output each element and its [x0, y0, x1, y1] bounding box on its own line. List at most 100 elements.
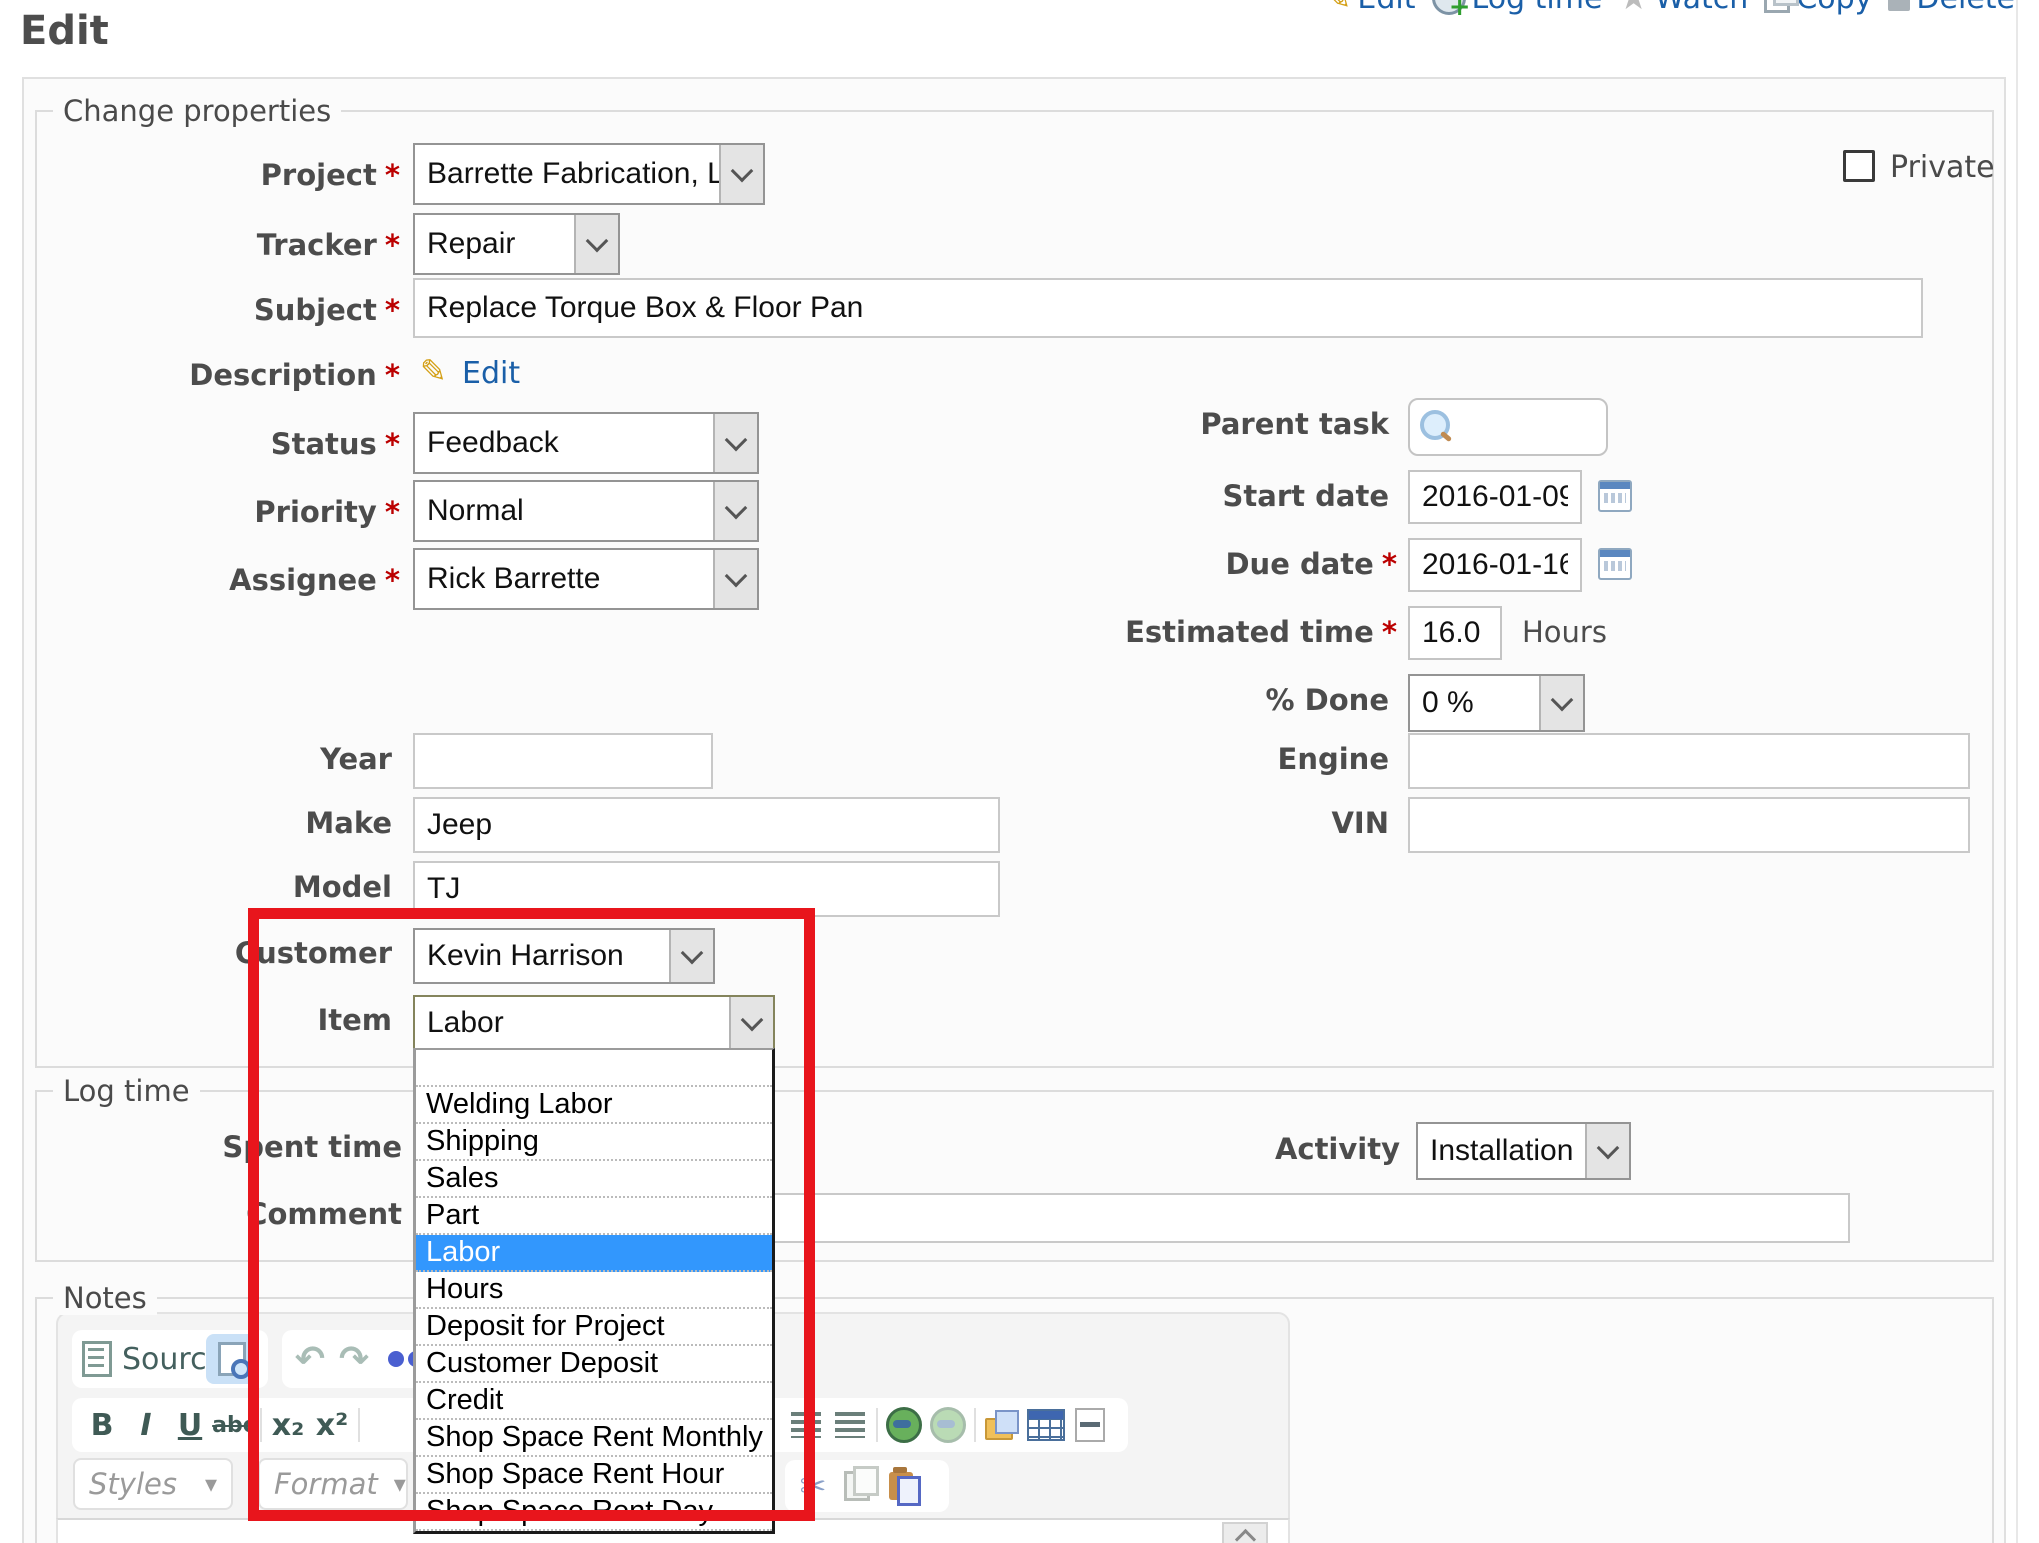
year-input[interactable] [413, 733, 713, 789]
item-option[interactable]: Deposit for Project [416, 1309, 772, 1346]
chevron-down-icon [719, 145, 763, 203]
italic-button[interactable]: I [124, 1400, 168, 1450]
item-option[interactable]: Shop Space Rent Hour [416, 1457, 772, 1494]
source-icon [82, 1341, 112, 1377]
toolbar-separator [876, 1408, 878, 1442]
priority-select[interactable]: Normal [413, 480, 759, 542]
status-select[interactable]: Feedback [413, 412, 759, 474]
subscript-button[interactable]: x₂ [266, 1400, 310, 1450]
pencil-icon: ✎ [1325, 0, 1352, 17]
item-option[interactable]: Shop Space Rent Monthly [416, 1420, 772, 1457]
item-option[interactable]: Sales [416, 1161, 772, 1198]
item-option[interactable]: Part [416, 1198, 772, 1235]
status-select-value: Feedback [415, 426, 713, 460]
tracker-select[interactable]: Repair [413, 213, 620, 275]
copy-action[interactable]: Copy [1764, 0, 1872, 16]
subject-label: Subject* [0, 293, 400, 327]
activity-select[interactable]: Installation [1416, 1122, 1631, 1180]
description-edit-link[interactable]: Edit [462, 356, 520, 391]
item-option[interactable]: Shop Space Rent Day [416, 1494, 772, 1531]
start-date-input[interactable] [1408, 470, 1582, 524]
assignee-select-value: Rick Barrette [415, 562, 713, 596]
estimated-time-label: Estimated time* [1050, 615, 1397, 649]
assignee-select[interactable]: Rick Barrette [413, 548, 759, 610]
estimated-time-input[interactable] [1408, 606, 1502, 660]
search-icon [1420, 410, 1450, 440]
model-input[interactable] [413, 861, 1000, 917]
bold-button[interactable]: B [80, 1400, 124, 1450]
paste-button[interactable] [879, 1461, 923, 1511]
copy-icon [1764, 0, 1790, 13]
copy-button[interactable] [835, 1461, 879, 1511]
project-select[interactable]: Barrette Fabrication, LLC [413, 143, 765, 205]
format-dropdown[interactable]: Format ▾ [258, 1458, 408, 1510]
underline-button[interactable]: U [168, 1400, 212, 1450]
due-date-input[interactable] [1408, 538, 1582, 592]
pencil-icon: ✎ [420, 352, 447, 390]
priority-label: Priority* [0, 495, 400, 529]
justify-block-button[interactable] [828, 1400, 872, 1450]
document-search-icon [218, 1342, 246, 1376]
item-dropdown-list: Welding Labor Shipping Sales Part Labor … [413, 1048, 775, 1534]
percent-done-label: % Done [1050, 683, 1397, 717]
image-button[interactable] [980, 1400, 1024, 1450]
subscript-icon: x₂ [272, 1408, 305, 1443]
log-time-action[interactable]: Log time [1432, 0, 1603, 16]
link-button[interactable] [882, 1400, 926, 1450]
table-button[interactable] [1024, 1400, 1068, 1450]
item-select[interactable]: Labor [413, 995, 775, 1051]
chevron-down-icon [713, 482, 757, 540]
item-label: Item [0, 1003, 400, 1037]
redo-button[interactable]: ↷ [332, 1334, 376, 1384]
engine-input[interactable] [1408, 733, 1970, 789]
contextual-actions: ✎ Edit Log time ★ Watch Copy Delete [1325, 0, 2015, 18]
customer-select[interactable]: Kevin Harrison [413, 928, 715, 984]
vin-input[interactable] [1408, 797, 1970, 853]
clipboard-group: ✂ [785, 1460, 949, 1512]
unlink-button[interactable] [926, 1400, 970, 1450]
delete-action[interactable]: Delete [1888, 0, 2015, 16]
customer-select-value: Kevin Harrison [415, 939, 669, 973]
cut-icon: ✂ [800, 1467, 827, 1505]
item-option[interactable] [416, 1050, 772, 1087]
item-option[interactable]: Credit [416, 1383, 772, 1420]
superscript-button[interactable]: x² [310, 1400, 354, 1450]
project-label: Project* [0, 158, 400, 192]
image-icon [985, 1410, 1019, 1440]
undo-button[interactable]: ↶ [288, 1334, 332, 1384]
horizontal-rule-button[interactable] [1068, 1400, 1112, 1450]
spent-time-label: Spent time [0, 1130, 402, 1164]
preview-button[interactable] [206, 1334, 258, 1384]
log-time-action-label: Log time [1472, 0, 1603, 16]
chevron-down-icon [669, 930, 713, 982]
editor-scroll-up-button[interactable] [1222, 1522, 1268, 1543]
chevron-down-icon [729, 997, 773, 1049]
undo-icon: ↶ [295, 1339, 325, 1380]
item-option-selected[interactable]: Labor [416, 1235, 772, 1272]
private-checkbox[interactable] [1843, 150, 1875, 182]
item-option[interactable]: Welding Labor [416, 1087, 772, 1124]
make-input[interactable] [413, 797, 1000, 853]
bold-icon: B [91, 1408, 114, 1443]
strikethrough-icon: abc [212, 1413, 256, 1438]
edit-action[interactable]: ✎ Edit [1325, 0, 1416, 17]
cut-button[interactable]: ✂ [791, 1461, 835, 1511]
styles-dropdown[interactable]: Styles ▾ [73, 1458, 233, 1510]
subject-input[interactable] [413, 278, 1923, 338]
chevron-down-icon: ▾ [205, 1470, 217, 1498]
justify-block-icon [835, 1412, 865, 1438]
justify-button[interactable] [784, 1400, 828, 1450]
due-date-label: Due date* [1050, 547, 1397, 581]
calendar-icon[interactable] [1598, 480, 1632, 512]
item-option[interactable]: Customer Deposit [416, 1346, 772, 1383]
watch-action-label: Watch [1655, 0, 1748, 16]
status-label: Status* [0, 427, 400, 461]
assignee-label: Assignee* [0, 563, 400, 597]
superscript-icon: x² [316, 1408, 349, 1443]
item-option[interactable]: Shipping [416, 1124, 772, 1161]
percent-done-select[interactable]: 0 % [1408, 674, 1585, 732]
watch-action[interactable]: ★ Watch [1618, 0, 1748, 18]
item-option[interactable]: Hours [416, 1272, 772, 1309]
strikethrough-button[interactable]: abc [212, 1400, 256, 1450]
calendar-icon[interactable] [1598, 548, 1632, 580]
